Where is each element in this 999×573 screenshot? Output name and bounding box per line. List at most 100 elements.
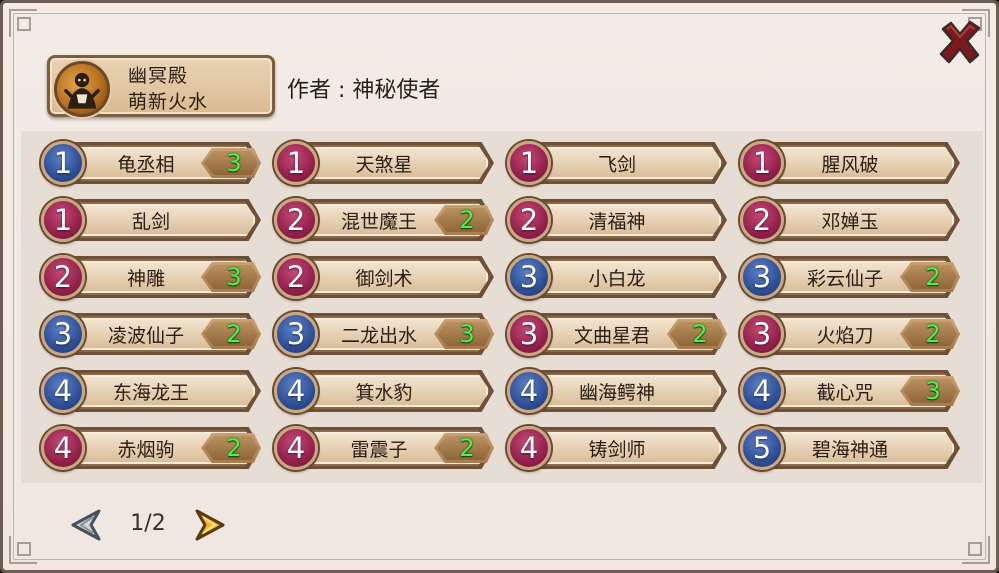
card-cost-badge: 1 <box>740 141 784 185</box>
corner-ornament <box>9 9 37 37</box>
next-page-button[interactable] <box>193 507 227 543</box>
card-count-tag: 2 <box>667 319 727 349</box>
arrow-left-icon <box>71 509 101 541</box>
card-entry[interactable]: 4 截心咒 3 <box>740 369 960 413</box>
card-entry[interactable]: 1 龟丞相 3 <box>41 141 261 185</box>
card-entry[interactable]: 2 混世魔王 2 <box>274 198 494 242</box>
card-name: 碧海神通 <box>811 438 888 461</box>
card-cost-badge: 5 <box>740 426 784 470</box>
card-cost-badge: 3 <box>274 312 318 356</box>
card-grid: 1 龟丞相 3 1 天煞星 1 飞剑 1 腥风破 1 乱剑 2 混世魔王 2 2 清福神 2 邓婵玉 2 神雕 3 2 御剑… <box>41 141 960 470</box>
card-name: 箕水豹 <box>355 381 413 404</box>
card-entry[interactable]: 4 赤烟驹 2 <box>41 426 261 470</box>
card-count: 3 <box>459 320 475 348</box>
card-entry[interactable]: 1 乱剑 <box>41 198 261 242</box>
card-cost-badge: 4 <box>41 426 85 470</box>
card-entry[interactable]: 1 天煞星 <box>274 141 494 185</box>
card-entry[interactable]: 3 二龙出水 3 <box>274 312 494 356</box>
card-name: 腥风破 <box>821 153 879 176</box>
card-count: 3 <box>226 263 242 291</box>
arrow-right-icon <box>195 509 225 541</box>
deck-author: 作者 : 神秘使者 <box>287 78 441 103</box>
card-count: 2 <box>459 206 475 234</box>
card-name: 混世魔王 <box>340 210 417 233</box>
card-entry[interactable]: 1 飞剑 <box>507 141 727 185</box>
card-entry[interactable]: 3 凌波仙子 2 <box>41 312 261 356</box>
card-count-tag: 2 <box>434 433 494 463</box>
card-cost-badge: 2 <box>274 255 318 299</box>
card-name: 龟丞相 <box>117 153 175 176</box>
card-name: 雷震子 <box>350 438 408 461</box>
card-count: 3 <box>925 377 941 405</box>
card-entry[interactable]: 2 邓婵玉 <box>740 198 960 242</box>
card-count: 2 <box>925 320 941 348</box>
card-cost-badge: 3 <box>507 312 551 356</box>
card-entry[interactable]: 4 幽海鳄神 <box>507 369 727 413</box>
card-name: 截心咒 <box>816 381 874 404</box>
card-count-tag: 2 <box>900 319 960 349</box>
corner-ornament <box>9 536 37 564</box>
card-cost-badge: 4 <box>274 426 318 470</box>
card-count-tag: 3 <box>900 376 960 406</box>
deck-name-label: 萌新火水 <box>128 91 209 113</box>
card-cost-badge: 3 <box>740 255 784 299</box>
card-cost-badge: 1 <box>274 141 318 185</box>
card-count: 3 <box>226 149 242 177</box>
card-count-tag: 2 <box>201 319 261 349</box>
card-name: 彩云仙子 <box>806 267 883 290</box>
card-cost-badge: 4 <box>41 369 85 413</box>
card-name: 文曲星君 <box>573 324 650 347</box>
corner-ornament <box>962 536 990 564</box>
card-name: 东海龙王 <box>112 381 189 404</box>
close-button[interactable] <box>937 19 983 65</box>
card-entry[interactable]: 2 清福神 <box>507 198 727 242</box>
card-name: 御剑术 <box>355 267 413 290</box>
card-name: 天煞星 <box>355 153 413 176</box>
card-entry[interactable]: 3 彩云仙子 2 <box>740 255 960 299</box>
card-cost-badge: 1 <box>41 198 85 242</box>
deck-faction-label: 幽冥殿 <box>128 65 189 87</box>
card-entry[interactable]: 2 御剑术 <box>274 255 494 299</box>
page-indicator: 1/2 <box>130 511 166 536</box>
card-name: 清福神 <box>588 210 646 233</box>
prev-page-button[interactable] <box>69 507 103 543</box>
card-cost-badge: 3 <box>507 255 551 299</box>
card-cost-badge: 1 <box>507 141 551 185</box>
card-entry[interactable]: 5 碧海神通 <box>740 426 960 470</box>
card-entry[interactable]: 4 东海龙王 <box>41 369 261 413</box>
card-cost-badge: 2 <box>507 198 551 242</box>
card-name: 邓婵玉 <box>821 210 879 233</box>
deck-panel: 幽冥殿 萌新火水 作者 : 神秘使者 1 龟丞相 3 1 天煞星 1 飞剑 1 腥风破 1 乱剑 2 混… <box>0 0 999 573</box>
card-name: 幽海鳄神 <box>578 381 655 404</box>
card-name: 铸剑师 <box>588 438 646 461</box>
card-count-tag: 3 <box>201 262 261 292</box>
card-cost-badge: 4 <box>507 426 551 470</box>
card-entry[interactable]: 3 小白龙 <box>507 255 727 299</box>
hero-portrait-icon <box>64 72 100 109</box>
card-cost-badge: 4 <box>740 369 784 413</box>
card-count: 2 <box>226 320 242 348</box>
card-entry[interactable]: 4 箕水豹 <box>274 369 494 413</box>
card-count-tag: 3 <box>434 319 494 349</box>
avatar <box>54 61 110 117</box>
card-count: 2 <box>692 320 708 348</box>
pagination: 1/2 <box>69 505 249 545</box>
card-entry[interactable]: 3 文曲星君 2 <box>507 312 727 356</box>
card-cost-badge: 1 <box>41 141 85 185</box>
card-name: 小白龙 <box>588 267 646 290</box>
card-list-area: 1 龟丞相 3 1 天煞星 1 飞剑 1 腥风破 1 乱剑 2 混世魔王 2 2 清福神 2 邓婵玉 2 神雕 3 2 御剑… <box>21 131 983 483</box>
card-entry[interactable]: 3 火焰刀 2 <box>740 312 960 356</box>
card-count: 2 <box>226 434 242 462</box>
card-count-tag: 2 <box>434 205 494 235</box>
card-entry[interactable]: 4 雷震子 2 <box>274 426 494 470</box>
card-count-tag: 3 <box>201 148 261 178</box>
card-name: 飞剑 <box>597 153 636 176</box>
card-cost-badge: 2 <box>274 198 318 242</box>
card-entry[interactable]: 4 铸剑师 <box>507 426 727 470</box>
card-count: 2 <box>925 263 941 291</box>
card-entry[interactable]: 2 神雕 3 <box>41 255 261 299</box>
card-cost-badge: 3 <box>41 312 85 356</box>
deck-badge[interactable]: 幽冥殿 萌新火水 <box>47 55 275 117</box>
card-entry[interactable]: 1 腥风破 <box>740 141 960 185</box>
card-cost-badge: 3 <box>740 312 784 356</box>
